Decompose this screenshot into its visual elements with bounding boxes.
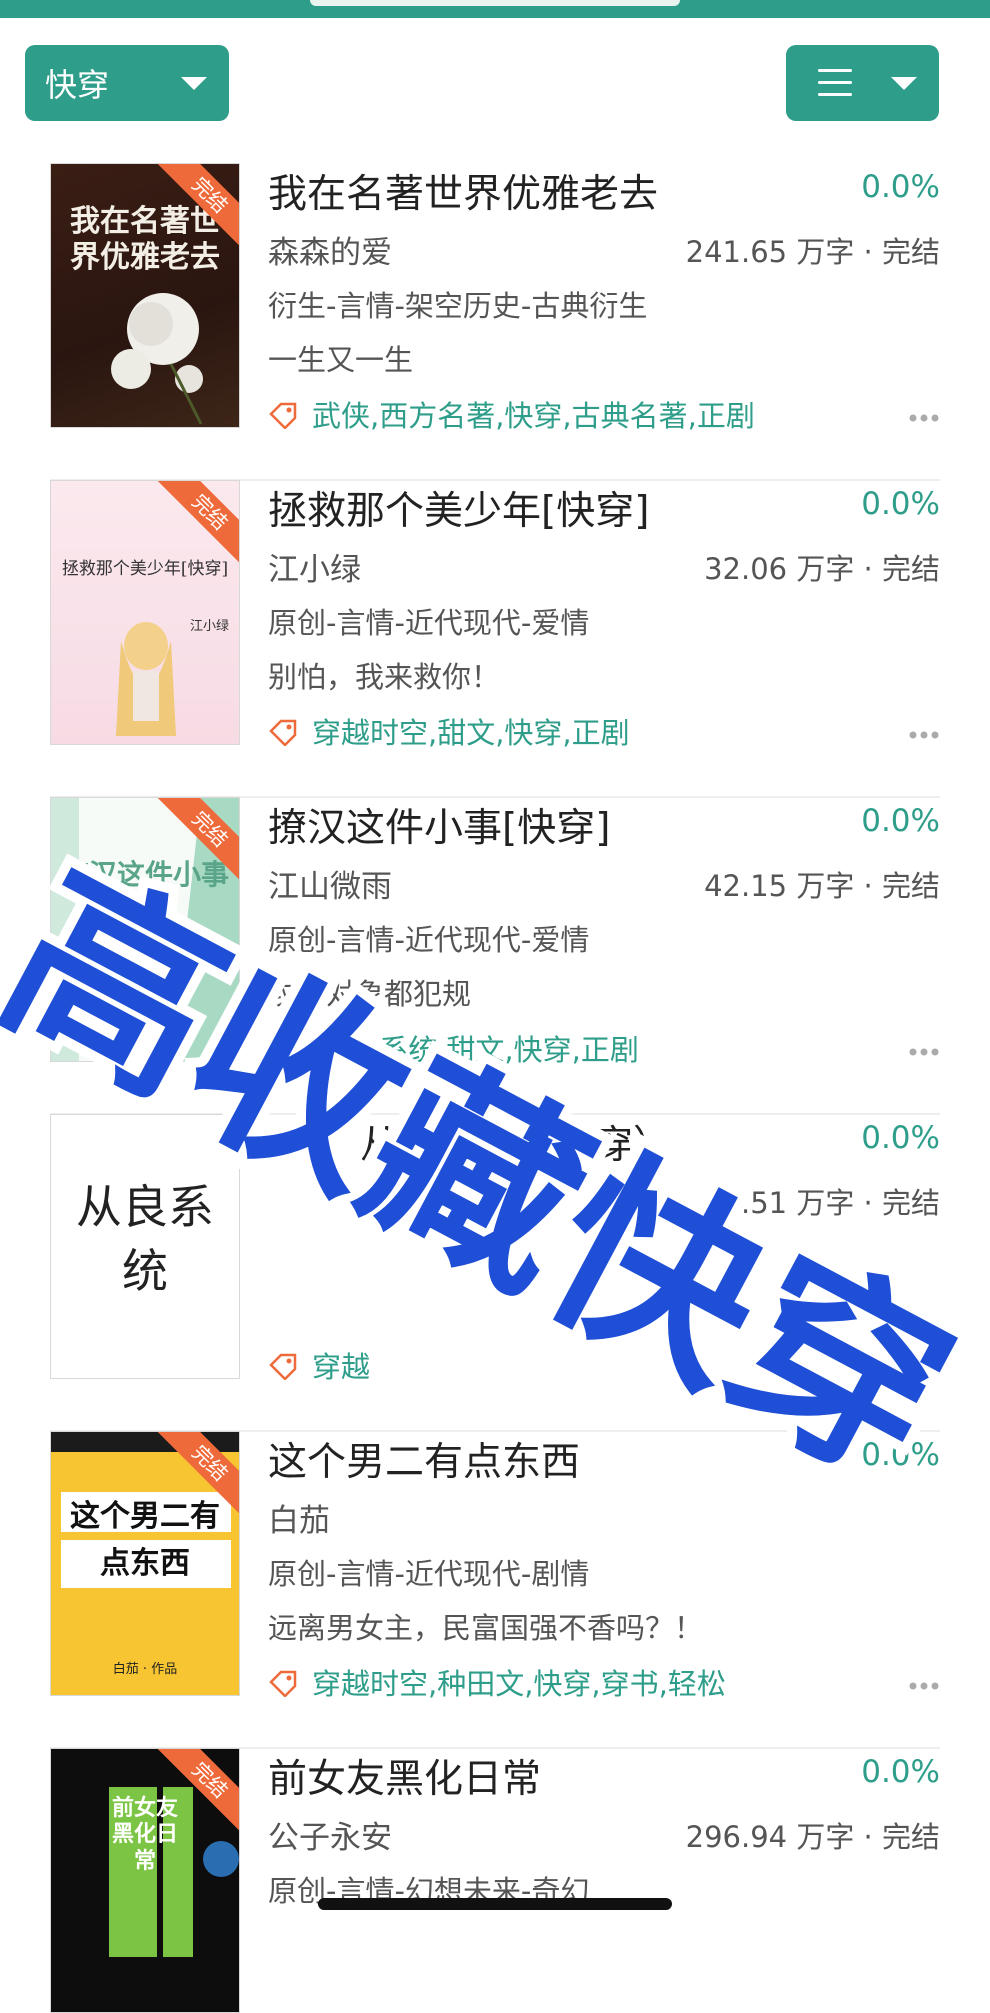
more-dots-icon[interactable] (908, 1364, 940, 1374)
book-cover[interactable]: 从良系统 (50, 1114, 240, 1379)
tags-text: 穿越 (312, 1350, 371, 1384)
word-count: 32.06 万字 · 完结 (704, 552, 940, 586)
reading-progress: 0.0% (861, 803, 940, 839)
book-item[interactable]: 前女友黑化日常 完结 前女友黑化日常 0.0% 公子永安 296.94 万字 ·… (50, 1748, 940, 2013)
tag-icon (269, 1670, 297, 1697)
reading-progress: 0.0% (861, 1437, 940, 1473)
cover-title: 这个男二有点东西 (70, 1499, 220, 1581)
book-tags: 武侠,西方名著,快穿,古典名著,正剧 (268, 393, 755, 435)
book-title[interactable]: 从良系统（快穿） (360, 1114, 672, 1170)
tag-icon (269, 1353, 297, 1380)
book-tags: 穿越时空,种田文,快穿,穿书,轻松 (268, 1661, 726, 1703)
tag-icon (269, 402, 297, 429)
book-intro: 一生又一生 (268, 343, 414, 377)
cover-title: 前女友黑化日常 (111, 1795, 178, 1874)
book-author[interactable]: 江山微雨 (268, 861, 392, 906)
book-title[interactable]: 撩汉这件小事[快穿] (268, 797, 610, 853)
book-intro: 别怕，我来救你！ (268, 660, 501, 694)
book-tags: 穿越时空,甜文,快穿,正剧 (268, 710, 630, 752)
book-genre: 原创-言情-近代现代-爱情 (268, 923, 590, 957)
menu-icon (818, 69, 852, 97)
top-bar (0, 0, 990, 18)
tags-text: 武侠,西方名著,快穿,古典名著,正剧 (312, 399, 755, 433)
book-intro: 攻略对象都犯规 (268, 977, 472, 1011)
book-author[interactable]: 公子永安 (268, 1812, 392, 1857)
word-count: 296.94 万字 · 完结 (685, 1820, 940, 1854)
sort-menu-button[interactable] (786, 45, 939, 121)
book-title[interactable]: 我在名著世界优雅老去 (268, 163, 658, 219)
book-item[interactable]: 我在名著世界优雅老去 完结 我在名著世界优雅老去 0.0% 森森的爱 241.6… (50, 163, 940, 481)
book-cover[interactable]: 前女友黑化日常 完结 (50, 1748, 240, 2013)
more-dots-icon[interactable] (908, 413, 940, 423)
word-count: 241.65 万字 · 完结 (685, 235, 940, 269)
book-genre: 原创-言情-近代现代-剧情 (268, 1557, 590, 1591)
reading-progress: 0.0% (861, 169, 940, 205)
more-dots-icon[interactable] (908, 1681, 940, 1691)
book-cover[interactable]: 撩汉这件小事 -快穿- 完结 (50, 797, 240, 1062)
book-genre: 衍生-言情-架空历史-古典衍生 (268, 289, 648, 323)
book-tags: 穿越 (268, 1344, 370, 1386)
caret-down-icon (181, 77, 207, 90)
search-pill[interactable] (310, 0, 680, 6)
reading-progress: 0.0% (861, 1754, 940, 1790)
caret-down-icon (891, 77, 917, 90)
book-title[interactable]: 前女友黑化日常 (268, 1748, 541, 1804)
cover-subtitle: -快穿- (123, 942, 167, 961)
book-cover[interactable]: 这个男二有点东西 白茄 · 作品 完结 (50, 1431, 240, 1696)
book-item[interactable]: 从良系统 从良系统（快穿） 0.0% 49.51 万字 · 完结 穿越 (50, 1114, 940, 1432)
book-genre: 原创-言情-近代现代-爱情 (268, 606, 590, 640)
tags-text: 穿越时空,甜文,快穿,正剧 (312, 716, 630, 750)
category-dropdown[interactable]: 快穿 (25, 45, 229, 121)
book-title[interactable]: 拯救那个美少年[快穿] (268, 480, 649, 536)
book-item[interactable]: 撩汉这件小事 -快穿- 完结 撩汉这件小事[快穿] 0.0% 江山微雨 42.1… (50, 797, 940, 1115)
tags-text: 女配,系统,甜文,快穿,正剧 (312, 1033, 639, 1067)
tag-icon (269, 1036, 297, 1063)
book-author[interactable]: 森森的爱 (268, 227, 392, 272)
cover-title: 撩汉这件小事 (61, 858, 230, 891)
book-cover[interactable]: 我在名著世界优雅老去 完结 (50, 163, 240, 428)
book-author[interactable]: 江小绿 (268, 544, 361, 589)
cover-title: 从良系统 (76, 1180, 214, 1299)
reading-progress: 0.0% (861, 1120, 940, 1156)
book-item[interactable]: 拯救那个美少年[快穿] 江小绿 完结 拯救那个美少年[快穿] 0.0% 江小绿 … (50, 480, 940, 798)
book-item[interactable]: 这个男二有点东西 白茄 · 作品 完结 这个男二有点东西 0.0% 白茄 原创-… (50, 1431, 940, 1749)
more-dots-icon[interactable] (908, 1047, 940, 1057)
book-title[interactable]: 这个男二有点东西 (268, 1431, 580, 1487)
home-indicator (318, 1898, 672, 1910)
reading-progress: 0.0% (861, 486, 940, 522)
word-count: 49.51 万字 · 完结 (704, 1186, 940, 1220)
book-author[interactable]: 白茄 (268, 1495, 330, 1540)
tag-icon (269, 719, 297, 746)
book-cover[interactable]: 拯救那个美少年[快穿] 江小绿 完结 (50, 480, 240, 745)
tags-text: 穿越时空,种田文,快穿,穿书,轻松 (312, 1667, 726, 1701)
book-tags: 女配,系统,甜文,快穿,正剧 (268, 1027, 639, 1069)
category-label: 快穿 (45, 66, 110, 104)
cover-author: 白茄 · 作品 (112, 1662, 178, 1677)
more-dots-icon[interactable] (908, 730, 940, 740)
book-intro: 远离男女主，民富国强不香吗？！ (268, 1611, 704, 1645)
word-count: 42.15 万字 · 完结 (704, 869, 940, 903)
